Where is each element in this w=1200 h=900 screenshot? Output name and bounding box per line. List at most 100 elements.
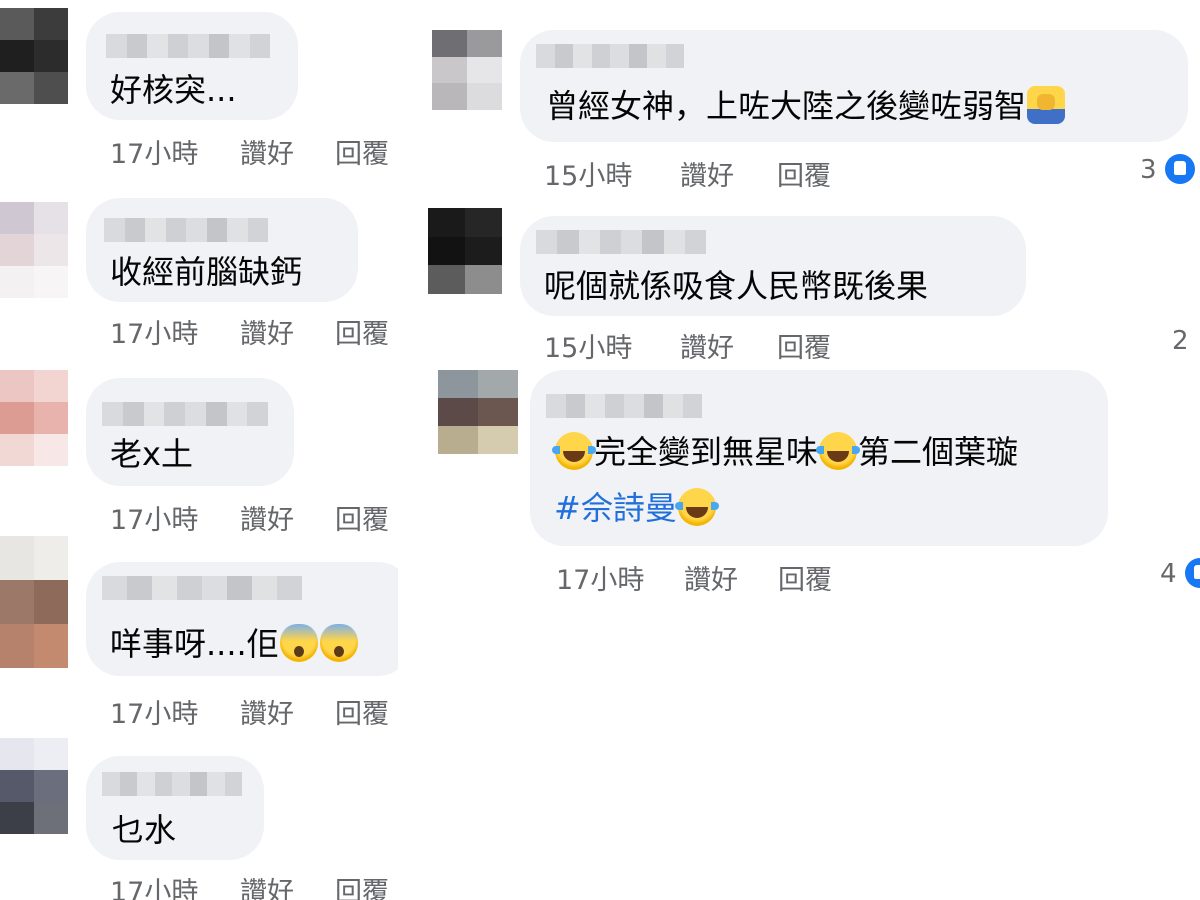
- avatar[interactable]: [0, 370, 68, 466]
- name-mosaic-block: [126, 34, 147, 58]
- name-mosaic-block: [224, 772, 242, 796]
- name-mosaic-block: [624, 394, 644, 418]
- reply-button[interactable]: 回覆: [777, 154, 831, 193]
- tears-of-joy-emoji: [552, 432, 596, 470]
- like-button[interactable]: 讚好: [680, 154, 734, 193]
- comment: 乜水 17小時 讚好 回覆: [0, 736, 398, 900]
- avatar-pixel: [465, 265, 502, 294]
- like-button[interactable]: 讚好: [240, 692, 294, 731]
- comment-text: 乜水: [112, 811, 177, 849]
- avatar-pixel: [34, 580, 68, 624]
- name-mosaic-block: [145, 218, 166, 242]
- name-mosaic-block: [684, 230, 706, 254]
- name-mosaic-block: [207, 772, 225, 796]
- avatar[interactable]: [432, 30, 502, 110]
- name-mosaic-block: [205, 402, 227, 426]
- timestamp[interactable]: 17小時: [110, 870, 198, 900]
- avatar[interactable]: [0, 738, 68, 834]
- avatar[interactable]: [0, 8, 68, 104]
- reply-button[interactable]: 回覆: [335, 870, 389, 900]
- name-mosaic-block: [591, 44, 610, 68]
- avatar-pixel: [0, 770, 34, 802]
- blurred-commenter-name[interactable]: [536, 230, 706, 254]
- timestamp[interactable]: 17小時: [556, 558, 644, 597]
- name-mosaic-block: [124, 218, 145, 242]
- comment-text: 收經前腦缺鈣: [110, 253, 303, 291]
- tears-of-joy-emoji: [816, 432, 861, 470]
- name-mosaic-block: [102, 402, 123, 426]
- name-mosaic-block: [643, 394, 663, 418]
- blurred-commenter-name[interactable]: [546, 394, 702, 418]
- blurred-commenter-name[interactable]: [102, 772, 242, 796]
- like-button[interactable]: 讚好: [240, 312, 294, 351]
- like-button[interactable]: 讚好: [240, 132, 294, 171]
- reply-button[interactable]: 回覆: [335, 132, 389, 171]
- like-button[interactable]: 讚好: [684, 558, 738, 597]
- right-comment-column: 曾經女神，上咗大陸之後變咗弱智 15小時 讚好 回覆 3 呢個就係吸食人民幣既後…: [398, 0, 1200, 900]
- name-mosaic-block: [536, 44, 555, 68]
- like-button[interactable]: 讚好: [240, 498, 294, 537]
- avatar-pixel: [465, 236, 502, 266]
- avatar-pixel: [438, 370, 478, 398]
- like-button[interactable]: 讚好: [240, 870, 294, 900]
- avatar-pixel: [34, 370, 68, 402]
- name-mosaic-block: [177, 576, 202, 600]
- name-mosaic-block: [557, 230, 579, 254]
- avatar[interactable]: [438, 370, 518, 454]
- reaction-count[interactable]: 4: [1160, 558, 1200, 589]
- avatar-pixel: [34, 266, 68, 298]
- timestamp[interactable]: 17小時: [110, 132, 198, 171]
- avatar[interactable]: [0, 202, 68, 298]
- timestamp[interactable]: 17小時: [110, 692, 198, 731]
- comment: 好核突... 17小時 讚好 回覆: [0, 0, 398, 175]
- avatar-pixel: [478, 426, 518, 454]
- name-mosaic-block: [206, 218, 227, 242]
- blurred-commenter-name[interactable]: [104, 218, 268, 242]
- like-button[interactable]: 讚好: [680, 326, 734, 365]
- name-mosaic-block: [202, 576, 227, 600]
- reaction-count[interactable]: 3: [1140, 154, 1195, 185]
- reply-button[interactable]: 回覆: [335, 312, 389, 351]
- hashtag-link[interactable]: #佘詩曼: [554, 489, 677, 527]
- name-mosaic-block: [546, 394, 566, 418]
- facepalm-emoji: [1027, 86, 1066, 124]
- reaction-count[interactable]: 2: [1172, 326, 1189, 356]
- name-mosaic-block: [147, 34, 168, 58]
- comment-actions: 17小時 讚好 回覆: [110, 312, 398, 350]
- timestamp[interactable]: 17小時: [110, 312, 198, 351]
- name-mosaic-block: [189, 772, 207, 796]
- name-mosaic-block: [578, 230, 600, 254]
- name-mosaic-block: [642, 230, 664, 254]
- blurred-commenter-name[interactable]: [102, 402, 268, 426]
- avatar-pixel: [478, 398, 518, 426]
- avatar-pixel: [438, 398, 478, 426]
- name-mosaic-block: [227, 218, 248, 242]
- name-mosaic-block: [127, 576, 152, 600]
- avatar-pixel: [0, 580, 34, 624]
- reply-button[interactable]: 回覆: [778, 558, 832, 597]
- comment-text: 老x土: [110, 435, 193, 473]
- avatar[interactable]: [428, 208, 502, 294]
- comment: 收經前腦缺鈣 17小時 讚好 回覆: [0, 190, 398, 360]
- reply-button[interactable]: 回覆: [335, 498, 389, 537]
- comment-text: 咩事呀....佢: [110, 624, 359, 664]
- tears-of-joy-emoji: [674, 488, 719, 526]
- timestamp[interactable]: 15小時: [544, 326, 632, 365]
- blurred-commenter-name[interactable]: [102, 576, 302, 600]
- name-mosaic-block: [585, 394, 605, 418]
- avatar-pixel: [34, 402, 68, 434]
- avatar-pixel: [0, 202, 34, 234]
- comment-actions: 17小時 讚好 回覆: [110, 132, 398, 170]
- reply-button[interactable]: 回覆: [335, 692, 389, 731]
- blurred-commenter-name[interactable]: [536, 44, 684, 68]
- avatar-pixel: [0, 234, 34, 266]
- blurred-commenter-name[interactable]: [106, 34, 270, 58]
- avatar-pixel: [34, 802, 68, 834]
- name-mosaic-block: [604, 394, 624, 418]
- reply-button[interactable]: 回覆: [777, 326, 831, 365]
- timestamp[interactable]: 15小時: [544, 154, 632, 193]
- like-reaction-icon: [1184, 558, 1200, 588]
- name-mosaic-block: [682, 394, 702, 418]
- timestamp[interactable]: 17小時: [110, 498, 198, 537]
- avatar[interactable]: [0, 536, 68, 668]
